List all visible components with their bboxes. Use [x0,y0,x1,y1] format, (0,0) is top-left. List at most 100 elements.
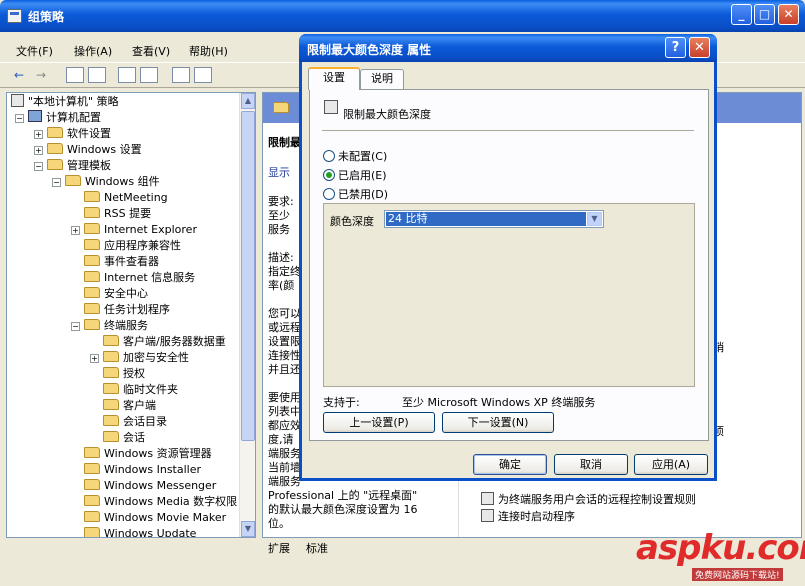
description-text: 列表中 [268,405,301,418]
chevron-down-icon[interactable]: ▼ [587,212,602,226]
extended-view-icon[interactable] [194,67,212,83]
tree-item[interactable]: + 加密与安全性 [90,350,189,366]
show-tree-icon[interactable] [88,67,106,83]
tree-scrollbar[interactable]: ▲ ▼ [239,93,255,537]
tab-extended[interactable]: 扩展 [268,540,290,556]
list-item[interactable]: 为终端服务用户会话的远程控制设置规则 [481,492,696,507]
radio-enabled[interactable]: 已启用(E) [323,167,387,183]
folder-icon [47,143,63,154]
setting-name: 限制最大颜色深度 [343,108,431,121]
folder-icon [84,303,100,314]
tree-item[interactable]: Windows Installer [84,462,201,478]
collapse-icon[interactable]: − [15,114,24,123]
tab-settings[interactable]: 设置 [308,67,360,90]
tree-item[interactable]: 会话目录 [103,414,167,430]
scroll-down-icon[interactable]: ▼ [241,521,255,537]
tree-item[interactable]: RSS 提要 [84,206,151,222]
tree-item[interactable]: Windows Messenger [84,478,216,494]
description-label: 描述: [268,251,294,264]
tree-item[interactable]: + 软件设置 [34,126,111,142]
description-text: 并且还 [268,363,301,376]
folder-icon [84,319,100,330]
display-link[interactable]: 显示 [268,166,290,180]
ok-button[interactable]: 确定 [473,454,547,475]
menu-view[interactable]: 查看(V) [132,43,170,59]
scroll-up-icon[interactable]: ▲ [241,93,255,109]
expand-icon[interactable]: + [34,130,43,139]
description-text: 当前墙 [268,461,301,474]
export-list-icon[interactable] [140,67,158,83]
tree-item[interactable]: Windows Media 数字权限 [84,494,237,510]
tree-item[interactable]: 授权 [103,366,145,382]
folder-icon [84,527,100,537]
help-icon[interactable] [172,67,190,83]
folder-icon [47,127,63,138]
scrollbar-thumb[interactable] [241,111,255,441]
radio-not-configured[interactable]: 未配置(C) [323,148,387,164]
menu-help[interactable]: 帮助(H) [189,43,228,59]
menu-action[interactable]: 操作(A) [74,43,112,59]
setting-heading: 限制最 [268,136,301,149]
setting-icon [481,492,494,505]
cancel-button[interactable]: 取消 [554,454,628,475]
tab-explanation[interactable]: 说明 [360,69,404,89]
forward-arrow-icon[interactable]: → [32,67,50,83]
maximize-button[interactable]: □ [754,4,775,25]
watermark-logo: aspku.com [636,528,805,568]
expand-icon[interactable]: + [90,354,99,363]
help-button[interactable]: ? [665,37,686,58]
tree-item[interactable]: + Internet Explorer [71,222,197,238]
tree-item[interactable]: 临时文件夹 [103,382,178,398]
tree-item[interactable]: + Windows 设置 [34,142,142,158]
previous-setting-button[interactable]: 上一设置(P) [323,412,435,433]
options-box: 颜色深度 24 比特 ▼ [323,203,695,387]
tree-item[interactable]: 事件查看器 [84,254,159,270]
folder-icon [103,415,119,426]
tree-item[interactable]: 应用程序兼容性 [84,238,181,254]
tree-item[interactable]: Internet 信息服务 [84,270,195,286]
dialog-title-bar[interactable]: 限制最大颜色深度 属性 ? ✕ [299,34,717,62]
radio-icon [323,150,335,162]
folder-icon [47,159,63,170]
expand-icon[interactable]: + [71,226,80,235]
collapse-icon[interactable]: − [52,178,61,187]
minimize-button[interactable]: _ [731,4,752,25]
tree-item[interactable]: 客户端/服务器数据重 [103,334,226,350]
tree-item[interactable]: Windows Movie Maker [84,510,226,526]
tree-item[interactable]: "本地计算机" 策略 [11,94,119,110]
folder-icon [84,255,100,266]
tree-item[interactable]: 会话 [103,430,145,446]
folder-icon [103,367,119,378]
collapse-icon[interactable]: − [34,162,43,171]
radio-disabled[interactable]: 已禁用(D) [323,186,388,202]
tree-item[interactable]: − 管理模板 [34,158,111,174]
collapse-icon[interactable]: − [71,322,80,331]
policy-tree[interactable]: "本地计算机" 策略 − 计算机配置 + 软件设置 + Windows 设置 − 管理模… [6,92,256,538]
title-bar[interactable]: 组策略 _ □ ✕ [0,0,805,32]
expand-icon[interactable]: + [34,146,43,155]
properties-icon[interactable] [118,67,136,83]
setting-icon [324,100,338,114]
tree-item[interactable]: Windows 资源管理器 [84,446,212,462]
dialog-close-button[interactable]: ✕ [689,37,710,58]
tree-item[interactable]: − 计算机配置 [15,110,101,126]
next-setting-button[interactable]: 下一设置(N) [442,412,554,433]
description-text: 您可以 [268,307,301,320]
back-arrow-icon[interactable]: ← [10,67,28,83]
list-item[interactable]: 连接时启动程序 [481,509,575,524]
apply-button[interactable]: 应用(A) [634,454,708,475]
tree-item[interactable]: − 终端服务 [71,318,148,334]
tree-item[interactable]: 安全中心 [84,286,148,302]
tree-item[interactable]: NetMeeting [84,190,168,206]
close-button[interactable]: ✕ [778,4,799,25]
tree-item[interactable]: − Windows 组件 [52,174,160,190]
tree-item[interactable]: Windows Update [84,526,196,537]
color-depth-select[interactable]: 24 比特 ▼ [384,210,604,228]
tree-item[interactable]: 任务计划程序 [84,302,170,318]
divider [322,130,694,131]
tree-item[interactable]: 客户端 [103,398,156,414]
up-folder-icon[interactable] [66,67,84,83]
tab-standard[interactable]: 标准 [306,540,328,556]
menu-file[interactable]: 文件(F) [16,43,53,59]
properties-dialog: 限制最大颜色深度 属性 ? ✕ 设置 说明 限制最大颜色深度 未配置(C) 已启… [299,34,717,481]
